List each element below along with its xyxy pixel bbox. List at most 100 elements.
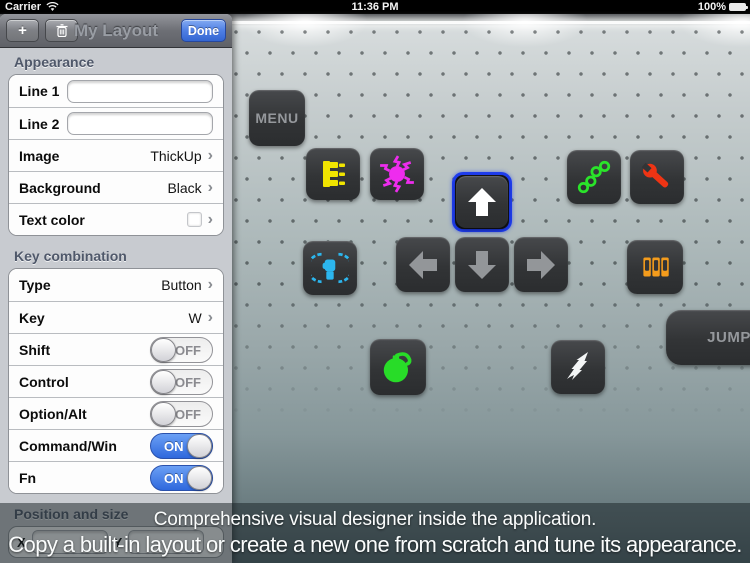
chevron-right-icon: ›	[207, 276, 213, 293]
magazines-icon	[643, 257, 669, 277]
canvas-button-arrow-down[interactable]	[455, 237, 509, 292]
command-win-toggle[interactable]: ON	[150, 432, 213, 459]
status-bar: Carrier 11:36 PM 100%	[0, 0, 750, 14]
toggle-state-label: OFF	[175, 342, 201, 358]
fn-label: Fn	[19, 469, 37, 486]
lightning-icon	[567, 352, 588, 380]
row-control: Control OFF	[9, 365, 223, 397]
chevron-right-icon: ›	[207, 178, 213, 196]
arrow-right-icon	[527, 250, 555, 279]
trash-icon	[56, 24, 67, 37]
fn-toggle[interactable]: ON	[150, 464, 213, 491]
panel-toolbar: + My Layout Done	[0, 14, 232, 48]
canvas-button-arrow-up-selected[interactable]	[452, 172, 512, 232]
background-value: Black	[167, 179, 202, 196]
chevron-right-icon: ›	[207, 146, 213, 164]
type-label: Type	[19, 277, 51, 293]
text-color-swatch	[186, 212, 202, 227]
toggle-knob	[187, 465, 212, 490]
shift-label: Shift	[19, 341, 51, 358]
canvas-button-grenade[interactable]	[370, 339, 426, 395]
app-screen: Carrier 11:36 PM 100% MENU JUMP + My Lay…	[0, 0, 750, 563]
key-combination-group: Type Button › Key W › Shift OFF Control …	[8, 268, 224, 494]
toggle-state-label: ON	[164, 470, 184, 486]
row-line1: Line 1	[9, 75, 223, 107]
row-option-alt: Option/Alt OFF	[9, 397, 223, 429]
canvas-button-lightning[interactable]	[551, 340, 605, 394]
option-alt-label: Option/Alt	[19, 405, 87, 422]
background-label: Background	[19, 179, 101, 196]
clock-label: 11:36 PM	[351, 1, 399, 13]
chain-icon	[577, 160, 611, 194]
appearance-group: Line 1 Line 2 Image ThickUp › Background…	[8, 74, 224, 236]
caption-line1: Comprehensive visual designer inside the…	[153, 508, 597, 530]
control-toggle[interactable]: OFF	[150, 368, 213, 395]
text-color-label: Text color	[19, 211, 85, 228]
chevron-right-icon: ›	[207, 210, 213, 228]
fist-wreath-icon	[311, 252, 349, 284]
line2-label: Line 2	[19, 115, 60, 132]
toggle-state-label: OFF	[175, 406, 201, 422]
row-text-color[interactable]: Text color ›	[9, 203, 223, 235]
spike-ball-icon	[380, 155, 414, 193]
plus-icon: +	[18, 22, 27, 39]
battery-percent-label: 100%	[697, 1, 726, 13]
jump-button-label: JUMP	[707, 329, 750, 346]
wrench-icon	[641, 162, 669, 188]
row-key[interactable]: Key W ›	[9, 301, 223, 333]
row-type[interactable]: Type Button ›	[9, 269, 223, 301]
key-value: W	[188, 309, 202, 326]
menu-button-label: MENU	[255, 110, 299, 126]
line1-label: Line 1	[19, 83, 60, 99]
section-appearance: Appearance	[14, 54, 95, 70]
line2-input[interactable]	[67, 112, 213, 135]
toggle-state-label: OFF	[175, 374, 201, 390]
grenade-icon	[383, 352, 412, 383]
arrow-up-icon	[468, 188, 496, 216]
canvas-button-jump[interactable]: JUMP	[666, 310, 750, 365]
row-command-win: Command/Win ON	[9, 429, 223, 461]
done-button-label: Done	[187, 23, 220, 38]
row-background[interactable]: Background Black ›	[9, 171, 223, 203]
image-label: Image	[19, 147, 60, 164]
row-line2: Line 2	[9, 107, 223, 139]
caption-overlay: Comprehensive visual designer inside the…	[0, 503, 750, 563]
arrow-up-button[interactable]	[456, 176, 508, 228]
toggle-knob	[151, 369, 176, 394]
canvas-button-arrow-left[interactable]	[396, 237, 450, 292]
canvas-button-fist-wreath[interactable]	[303, 241, 357, 295]
toggle-knob	[151, 337, 176, 362]
row-image[interactable]: Image ThickUp ›	[9, 139, 223, 171]
toggle-knob	[187, 433, 212, 458]
arrow-left-icon	[409, 250, 437, 279]
canvas-button-spike-ball[interactable]	[370, 148, 424, 200]
command-win-label: Command/Win	[19, 437, 117, 454]
battery-icon	[729, 3, 748, 11]
add-key-button[interactable]: +	[6, 19, 39, 42]
canvas-button-menu[interactable]: MENU	[249, 90, 305, 146]
control-label: Control	[19, 373, 69, 390]
shift-toggle[interactable]: OFF	[150, 336, 213, 363]
key-label: Key	[19, 309, 45, 326]
toggle-knob	[151, 401, 176, 426]
canvas-button-wrench[interactable]	[630, 150, 684, 204]
row-shift: Shift OFF	[9, 333, 223, 365]
type-value: Button	[161, 277, 202, 293]
delete-key-button[interactable]	[45, 19, 78, 42]
row-fn: Fn ON	[9, 461, 223, 493]
arrow-down-icon	[468, 250, 496, 279]
done-button[interactable]: Done	[181, 19, 226, 42]
toggle-state-label: ON	[164, 438, 184, 454]
settings-panel: + My Layout Done Appearance Line 1 Line …	[0, 14, 232, 563]
chevron-right-icon: ›	[207, 308, 213, 326]
section-key-combination: Key combination	[14, 248, 127, 264]
canvas-button-magazines[interactable]	[627, 240, 683, 294]
canvas-button-triple-plug[interactable]	[306, 148, 360, 200]
caption-line2: Copy a built-in layout or create a new o…	[8, 531, 742, 557]
image-value: ThickUp	[150, 147, 202, 164]
option-alt-toggle[interactable]: OFF	[150, 400, 213, 427]
triple-plug-icon	[323, 161, 345, 187]
line1-input[interactable]	[67, 79, 213, 103]
canvas-button-chain[interactable]	[567, 150, 621, 204]
canvas-button-arrow-right[interactable]	[514, 237, 568, 292]
